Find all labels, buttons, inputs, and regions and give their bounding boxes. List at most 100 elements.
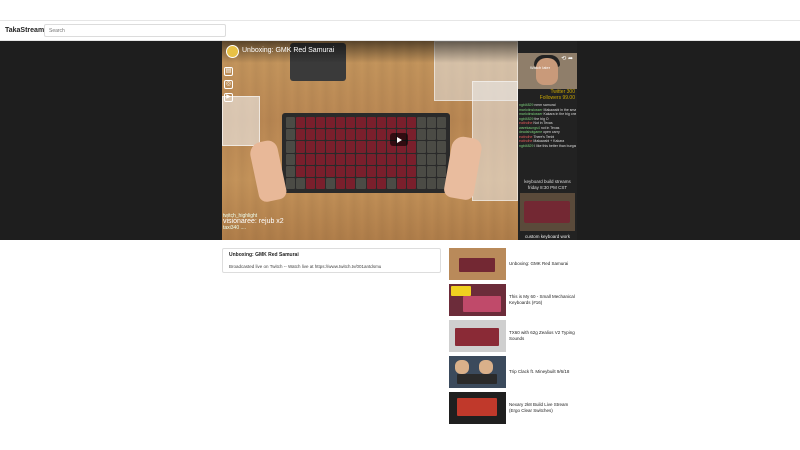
chat-username[interactable]: deadshotgame (519, 130, 542, 134)
keycap (436, 153, 446, 165)
keycap (286, 177, 296, 189)
chat-username[interactable]: warekaungs4 (519, 126, 540, 130)
keycap (406, 129, 416, 141)
keycap (366, 141, 376, 153)
video-player[interactable]: Unboxing: GMK Red Samurai ▤ ◎ ▶ twitch_h… (222, 41, 577, 240)
keycap (366, 117, 376, 129)
keycap (346, 141, 356, 153)
keycap (436, 141, 446, 153)
chat-text: the big O (534, 116, 549, 121)
chat-message: ngbl4829 I like this better than burgand… (519, 144, 576, 149)
keycap (366, 129, 376, 141)
keycap (426, 177, 436, 189)
keycap (386, 177, 396, 189)
video-thumbnail[interactable] (449, 392, 506, 424)
video-thumbnail[interactable] (449, 320, 506, 352)
keyboard-image (524, 201, 570, 223)
recommended-item[interactable]: TX60 with 62g Zealios V2 Typing Sounds (449, 320, 579, 352)
stream-schedule: keyboard build streams friday 8:30 PM CS… (518, 179, 577, 190)
chat-username[interactable]: ngbl4829 (519, 144, 533, 148)
keycap (316, 141, 326, 153)
keycap (326, 177, 336, 189)
video-thumbnail[interactable] (449, 248, 506, 280)
keycap (356, 117, 366, 129)
share-icon[interactable]: ⟲ ➦ (561, 55, 573, 62)
keycap (416, 165, 426, 177)
keycap (286, 129, 296, 141)
recommended-title[interactable]: This is My 60 - Small Mechanical Keyboar… (509, 284, 579, 316)
keycap (436, 165, 446, 177)
keycap (296, 117, 306, 129)
video-thumbnail[interactable] (449, 356, 506, 388)
chat-username[interactable]: marlotinslosser (519, 112, 543, 116)
keyboard-cam (520, 193, 575, 231)
channel-avatar[interactable] (226, 45, 239, 58)
chat-text: Makawabi + Kakara (533, 139, 565, 143)
chat-text: not in Texas (540, 125, 560, 130)
webcam-feed: Watch later ⟲ ➦ (518, 53, 577, 89)
keycap (376, 129, 386, 141)
chat-text: nmm samurai (534, 103, 556, 107)
stream-chat-pane: Watch later ⟲ ➦ Twitter 300 Followers 99… (518, 41, 577, 240)
keycap (326, 117, 336, 129)
recommended-title[interactable]: Nexary 2k8 Build Live Stream (Ergo Clear… (509, 392, 579, 424)
schedule-line: friday 8:30 PM CST (527, 184, 568, 190)
recommended-title[interactable]: Unboxing: GMK Red Samurai (509, 248, 579, 280)
keycap (336, 165, 346, 177)
keycap (336, 177, 346, 189)
keyboard-image (463, 296, 501, 312)
chat-text: open carry (543, 130, 560, 134)
chat-list: ngbl4829 nmm samurai marlotinslosser Maka… (519, 103, 576, 148)
keycap (396, 177, 406, 189)
keycap (416, 129, 426, 141)
description-text: Broadcasted live on Twitch -- Watch live… (229, 264, 382, 269)
app-logo[interactable]: TakaStream (5, 27, 44, 34)
streamer-face (536, 58, 558, 85)
keycap (346, 153, 356, 165)
keycap (316, 129, 326, 141)
keycap (316, 165, 326, 177)
keyboard-image (282, 113, 450, 193)
video-description-card: Unboxing: GMK Red Samurai Broadcasted li… (222, 248, 441, 273)
chat-username[interactable]: marlotinslosser (519, 108, 543, 112)
keycap (396, 165, 406, 177)
recommended-item[interactable]: Trip Clack ft. Mineybuilt 9/6/18 (449, 356, 579, 388)
keycap (376, 117, 386, 129)
keycap (346, 165, 356, 177)
chat-username[interactable]: eatindhe (519, 135, 532, 139)
search-input[interactable] (44, 24, 226, 37)
video-thumbnail[interactable] (449, 284, 506, 316)
chat-username[interactable]: ngbl4829 (519, 117, 533, 121)
chat-username[interactable]: eatindhe (519, 121, 532, 125)
keycap (336, 117, 346, 129)
keycap (406, 177, 416, 189)
chat-username[interactable]: ngbl4829 (519, 103, 533, 107)
keycap (386, 117, 396, 129)
keycap (376, 177, 386, 189)
keycap (426, 141, 436, 153)
keycap (336, 129, 346, 141)
keycap (406, 153, 416, 165)
keycap (316, 177, 326, 189)
recommended-item[interactable]: This is My 60 - Small Mechanical Keyboar… (449, 284, 579, 316)
keycap (356, 141, 366, 153)
recommended-title[interactable]: Trip Clack ft. Mineybuilt 9/6/18 (509, 356, 579, 388)
play-button[interactable] (390, 133, 408, 146)
schedule-line: keyboard build streams (524, 179, 571, 184)
keycap (376, 141, 386, 153)
keycap (406, 117, 416, 129)
keycap (286, 141, 296, 153)
keyboard-image (457, 374, 497, 384)
chat-username[interactable]: eatindhe (519, 139, 532, 143)
keycap (356, 153, 366, 165)
recommended-item[interactable]: Nexary 2k8 Build Live Stream (Ergo Clear… (449, 392, 579, 424)
watch-later-label[interactable]: Watch later (530, 65, 550, 70)
stream-stats: Twitter 300 Followers 99.00 (518, 89, 577, 101)
video-title[interactable]: Unboxing: GMK Red Samurai (242, 47, 334, 54)
keycap (346, 129, 356, 141)
keycap (326, 165, 336, 177)
recommended-item[interactable]: Unboxing: GMK Red Samurai (449, 248, 579, 280)
keycap (306, 117, 316, 129)
recommended-title[interactable]: TX60 with 62g Zealios V2 Typing Sounds (509, 320, 579, 352)
keycap (306, 141, 316, 153)
